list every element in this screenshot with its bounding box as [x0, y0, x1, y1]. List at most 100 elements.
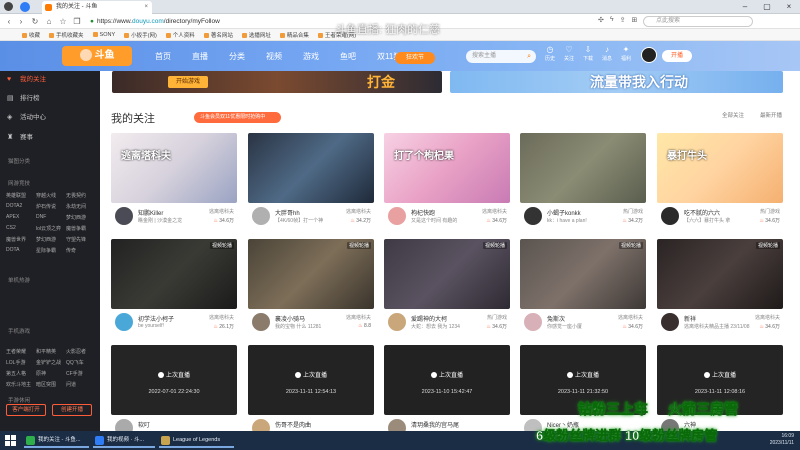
- site-search-input[interactable]: 搜索主播 ⌕: [466, 50, 536, 63]
- filter-all-dropdown[interactable]: 全部关注: [722, 111, 744, 119]
- start-live-button[interactable]: 开播: [662, 50, 692, 62]
- game-link[interactable]: 魔兽世界: [6, 236, 36, 243]
- streamer-avatar[interactable]: [252, 207, 270, 225]
- stream-thumbnail[interactable]: 视频轮播: [248, 239, 374, 309]
- windows-start-icon[interactable]: [5, 435, 16, 446]
- minimize-icon[interactable]: –: [734, 0, 756, 14]
- header-follow[interactable]: ♡ 关注: [563, 45, 575, 63]
- game-link[interactable]: DNF: [36, 214, 66, 221]
- game-link[interactable]: 永劫无间: [66, 203, 96, 210]
- streamer-name[interactable]: 清玥桑我的宫马尾: [411, 420, 483, 429]
- stream-card[interactable]: 视频轮播 初学法小柯子 be yourself! 逃离塔科夫 ♨ 26.1万: [111, 239, 237, 335]
- game-link[interactable]: 第五人格: [6, 370, 36, 377]
- game-link[interactable]: 暗区突围: [36, 381, 66, 388]
- sidebar-item-follow[interactable]: ♥ 我的关注: [0, 71, 100, 89]
- stream-card[interactable]: 视频轮播 兔斯次 你感觉一座小厦 逃离塔科夫 ♨ 34.6万: [520, 239, 646, 335]
- douyu-logo[interactable]: 斗鱼: [62, 46, 132, 66]
- streamer-avatar[interactable]: [388, 313, 406, 331]
- nav-live[interactable]: 直播: [192, 51, 208, 62]
- search-icon[interactable]: ⌕: [527, 50, 531, 63]
- streamer-name[interactable]: 大胖哥hh: [275, 208, 347, 217]
- stream-category[interactable]: 逃离塔科夫: [482, 208, 507, 215]
- stream-thumbnail[interactable]: 打了个枸杞果: [384, 133, 510, 203]
- apps-icon[interactable]: ⊞: [631, 16, 637, 24]
- close-window-icon[interactable]: ×: [778, 0, 800, 14]
- reload-icon[interactable]: ↻: [30, 15, 40, 28]
- game-link[interactable]: 原神: [36, 370, 66, 377]
- streamer-avatar[interactable]: [115, 207, 133, 225]
- game-link[interactable]: 穿越火线: [36, 192, 66, 199]
- game-link[interactable]: 和平精英: [36, 348, 66, 355]
- browser-logo-icon[interactable]: [20, 2, 30, 12]
- nav-games[interactable]: 游戏: [303, 51, 319, 62]
- streamer-name[interactable]: 枸杞快跑: [411, 208, 483, 217]
- streamer-name[interactable]: 小蝎子konkk: [547, 208, 619, 217]
- browser-search-input[interactable]: 点此搜索: [643, 16, 753, 27]
- stream-card[interactable]: 视频轮播 爱踢神的大柯 大蛇：想去 我为 1234 热门游戏 ♨ 34.6万: [384, 239, 510, 335]
- stream-thumbnail[interactable]: 上次直播 2023-11-10 15:42:47: [384, 345, 510, 415]
- stream-category[interactable]: 逃离塔科夫: [209, 208, 234, 215]
- game-link[interactable]: 梦幻西游: [36, 236, 66, 243]
- stream-card[interactable]: 视频轮播 新祥 逃离塔科夫精品主播 23/11/08 逃离塔科夫 ♨ 34.6万: [657, 239, 783, 335]
- streamer-avatar[interactable]: [388, 207, 406, 225]
- stream-thumbnail[interactable]: 视频轮播: [657, 239, 783, 309]
- streamer-name[interactable]: 兔斯次: [547, 314, 619, 323]
- taskbar-item-video[interactable]: 我的视频 · 斗...: [93, 433, 155, 448]
- game-link[interactable]: lol云顶之弈: [36, 225, 66, 232]
- stream-card[interactable]: 暴打牛头 吃不腻的六六 【六六】暴打牛头 拿 热门游戏 ♨ 34.6万: [657, 133, 783, 229]
- stream-card[interactable]: 逃离塔科夫 知鹏Killer 瞧金刚 | 沙漠金之龙 逃离塔科夫 ♨ 34.6万: [111, 133, 237, 229]
- stream-category[interactable]: 逃离塔科夫: [346, 314, 371, 321]
- header-gift[interactable]: ✦ 福利: [620, 45, 632, 63]
- stream-category[interactable]: 热门游戏: [487, 314, 507, 321]
- promo-badge[interactable]: 狂欢节: [395, 52, 435, 64]
- user-avatar[interactable]: [641, 47, 657, 63]
- streamer-name[interactable]: 初学法小柯子: [138, 314, 210, 323]
- system-clock[interactable]: 16:09 2023/11/11: [770, 433, 794, 447]
- game-link[interactable]: 梦幻西游: [66, 214, 96, 221]
- forward-icon[interactable]: ›: [16, 15, 26, 28]
- sidebar-item-events[interactable]: ♜ 赛事: [0, 129, 100, 147]
- extension-icon[interactable]: ✣: [598, 16, 604, 24]
- member-promo-pill[interactable]: 斗鱼会员双11优惠限时抢购中: [194, 112, 281, 123]
- game-link[interactable]: 火影忍者: [66, 348, 96, 355]
- stream-card[interactable]: 上次直播 2022-07-01 22:24:30 软叮: [111, 345, 237, 431]
- tab-close-icon[interactable]: ×: [144, 1, 148, 14]
- nav-video[interactable]: 视频: [266, 51, 282, 62]
- bookmark-item[interactable]: SONY: [92, 31, 115, 38]
- stream-thumbnail[interactable]: 视频轮播: [111, 239, 237, 309]
- bookmark-item[interactable]: 精品合集: [279, 31, 309, 39]
- browser-tab-active[interactable]: 我的关注 - 斗鱼 ×: [42, 1, 152, 14]
- stream-thumbnail[interactable]: 视频轮播: [384, 239, 510, 309]
- stream-card[interactable]: 上次直播 2023-11-11 12:54:13 伤哥不是肉曲: [248, 345, 374, 431]
- game-link[interactable]: QQ飞车: [66, 359, 96, 366]
- streamer-name[interactable]: 新祥: [684, 314, 756, 323]
- nav-category[interactable]: 分类: [229, 51, 245, 62]
- home-icon[interactable]: ⌂: [44, 15, 54, 28]
- stream-category[interactable]: 逃离塔科夫: [755, 314, 780, 321]
- nav-fishbar[interactable]: 鱼吧: [340, 51, 356, 62]
- streamer-avatar[interactable]: [252, 313, 270, 331]
- streamer-avatar[interactable]: [115, 419, 133, 431]
- streamer-name[interactable]: 襄凌小骑马: [275, 314, 347, 323]
- game-link[interactable]: 魔兽争霸: [66, 225, 96, 232]
- bookmark-item[interactable]: 小扳手(网): [124, 31, 157, 39]
- streamer-avatar[interactable]: [661, 313, 679, 331]
- game-link[interactable]: 问道: [66, 381, 96, 388]
- sidebar-item-activity[interactable]: ◈ 活动中心: [0, 109, 100, 127]
- browser-menu-icon[interactable]: [4, 2, 13, 11]
- nav-home[interactable]: 首页: [155, 51, 171, 62]
- star-icon[interactable]: ☆: [58, 15, 68, 28]
- lightning-icon[interactable]: ϟ: [610, 16, 614, 24]
- game-link[interactable]: 金铲铲之战: [36, 359, 66, 366]
- streamer-avatar[interactable]: [252, 419, 270, 431]
- bookmark-item[interactable]: 著名网站: [203, 31, 233, 39]
- stream-card[interactable]: 视频轮播 襄凌小骑马 我的宝物 什么 11281 逃离塔科夫 ♨ 8.8: [248, 239, 374, 335]
- game-link[interactable]: DOTA2: [6, 203, 36, 210]
- bookmark-item[interactable]: 选播网址: [241, 31, 271, 39]
- stream-card[interactable]: 大胖哥hh 【4K/60帧】打一个神 逃离塔科夫 ♨ 34.2万: [248, 133, 374, 229]
- streamer-avatar[interactable]: [115, 313, 133, 331]
- game-link[interactable]: DOTA: [6, 247, 36, 254]
- taskbar-item-lol[interactable]: League of Legends: [159, 433, 234, 448]
- game-link[interactable]: 星际争霸: [36, 247, 66, 254]
- stream-thumbnail[interactable]: 暴打牛头: [657, 133, 783, 203]
